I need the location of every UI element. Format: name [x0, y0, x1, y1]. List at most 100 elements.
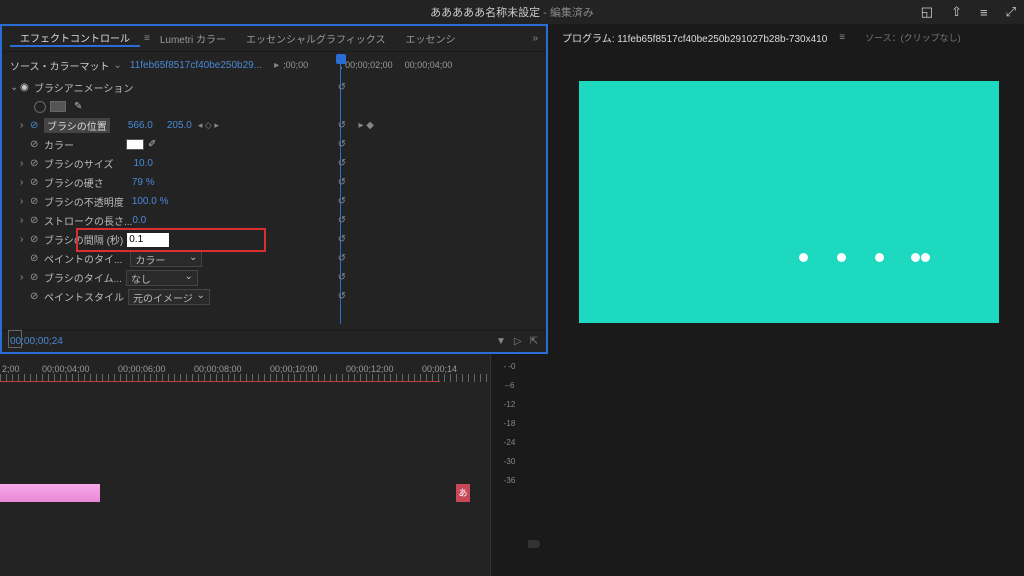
expand-icon[interactable]: ›: [20, 234, 30, 245]
prop-brush-spacing: ブラシの間隔 (秒): [44, 232, 123, 247]
paint-style-dropdown[interactable]: 元のイメージ: [128, 289, 210, 305]
expand-icon[interactable]: ›: [20, 196, 30, 207]
program-monitor: [554, 50, 1024, 354]
reset-icon[interactable]: ↺: [338, 196, 346, 207]
panel-menu-icon[interactable]: ≡: [839, 32, 845, 43]
prop-stroke-length: ストロークの長さ...: [44, 213, 132, 228]
eyedropper-icon[interactable]: ✐: [148, 139, 156, 150]
value[interactable]: 100.0 %: [132, 196, 169, 207]
expand-icon[interactable]: ›: [20, 120, 30, 131]
playhead-icon[interactable]: [336, 54, 346, 64]
db-label: -12: [504, 400, 516, 409]
share-icon[interactable]: ⇧: [951, 4, 962, 20]
ruler-time: 00;00;04;00: [42, 364, 90, 374]
video-clip-small[interactable]: あ: [456, 484, 470, 502]
rect-mask-icon[interactable]: [50, 101, 66, 112]
expand-icon[interactable]: ›: [20, 177, 30, 188]
reset-icon[interactable]: ↺: [338, 234, 346, 245]
reset-icon[interactable]: ↺: [338, 177, 346, 188]
paint-dot: [837, 253, 846, 262]
prop-brush-hardness: ブラシの硬さ: [44, 175, 104, 190]
stopwatch-icon[interactable]: ⊘: [30, 215, 44, 226]
effect-name: ブラシアニメーション: [34, 80, 133, 95]
value[interactable]: 0.0: [132, 215, 146, 226]
prop-brush-position: ブラシの位置: [44, 118, 110, 133]
tab-effect-controls[interactable]: エフェクトコントロール: [10, 30, 140, 47]
prop-paint-time: ペイントのタイ...: [44, 251, 122, 266]
overlap-icon[interactable]: ◱: [921, 4, 933, 20]
ruler-time: 00;00;08;00: [194, 364, 242, 374]
pen-mask-icon[interactable]: ✎: [74, 101, 82, 113]
play-icon[interactable]: ▷: [514, 336, 522, 347]
window-title: あああああ名称未設定 - 編集済み: [430, 4, 594, 20]
menu-bars-icon[interactable]: ≡: [980, 5, 988, 20]
db-label: -18: [504, 419, 516, 428]
prop-brush-size: ブラシのサイズ: [44, 156, 114, 171]
source-label: ソース・カラーマット: [10, 58, 110, 73]
color-swatch[interactable]: [126, 139, 144, 150]
brush-time-dropdown[interactable]: なし: [126, 270, 198, 286]
expand-icon[interactable]: ›: [20, 158, 30, 169]
tab-essential-graphics[interactable]: エッセンシャルグラフィックス: [236, 31, 396, 46]
ruler-time: 00;00;10;00: [270, 364, 318, 374]
ruler-time: 00;00;06;00: [118, 364, 166, 374]
ruler-time: 2;00: [2, 364, 20, 374]
stopwatch-icon[interactable]: ⊘: [30, 234, 44, 245]
expand-icon[interactable]: ›: [20, 215, 30, 226]
reset-icon[interactable]: ↺: [338, 253, 346, 264]
timeline-panel[interactable]: 2;00 00;00;04;00 00;00;06;00 00;00;08;00…: [0, 354, 490, 576]
reset-icon[interactable]: ↺: [338, 158, 346, 169]
stopwatch-icon[interactable]: ⊘: [30, 139, 44, 150]
dropdown-icon[interactable]: ⌄: [114, 60, 122, 71]
stopwatch-icon[interactable]: ⊘: [30, 158, 44, 169]
prop-color: カラー: [44, 137, 74, 152]
stopwatch-icon[interactable]: ⊘: [30, 253, 44, 264]
reset-icon[interactable]: ↺: [338, 139, 346, 150]
keyframe-nav[interactable]: ◂ ◇ ▸: [198, 120, 219, 131]
audio-meter: - -0 --6 -12 -18 -24 -30 -36: [490, 354, 528, 576]
stopwatch-icon[interactable]: ⊘: [30, 272, 44, 283]
mini-timeline[interactable]: ▸ ;00;00 ; 00;00;02;00 00;00;04;00: [274, 52, 538, 78]
prop-paint-style: ペイントスタイル: [44, 289, 124, 304]
source-tab[interactable]: ソース：(クリップなし): [865, 31, 961, 44]
reset-icon[interactable]: ↺: [338, 82, 346, 93]
source-clip-name[interactable]: 11feb65f8517cf40be250b29...: [130, 60, 262, 71]
video-clip[interactable]: [0, 484, 100, 502]
tab-lumetri[interactable]: Lumetri カラー: [150, 31, 236, 46]
filter-icon[interactable]: ▼: [496, 336, 506, 347]
reset-icon[interactable]: ↺: [338, 291, 346, 302]
reset-icon[interactable]: ↺: [338, 215, 346, 226]
expand-icon[interactable]: ⌄: [10, 82, 20, 93]
tab-essential[interactable]: エッセンシ: [395, 31, 465, 46]
ellipse-mask-icon[interactable]: [34, 101, 46, 113]
value[interactable]: 10.0: [134, 158, 153, 169]
expand-icon[interactable]: ›: [20, 272, 30, 283]
preview-canvas[interactable]: [579, 81, 999, 323]
more-tabs-icon[interactable]: »: [532, 33, 538, 44]
export-icon[interactable]: ⇱: [530, 336, 538, 347]
value-y[interactable]: 205.0: [167, 120, 192, 131]
stopwatch-icon[interactable]: ⊘: [30, 196, 44, 207]
fullscreen-icon[interactable]: ⤢: [1006, 4, 1016, 20]
ruler-time: 00;00;12;00: [346, 364, 394, 374]
paint-dot: [921, 253, 930, 262]
visibility-icon[interactable]: ◉: [20, 82, 34, 93]
project-item-icon[interactable]: [8, 330, 22, 348]
stopwatch-icon[interactable]: ⊘: [30, 120, 44, 131]
stopwatch-icon[interactable]: ⊘: [30, 177, 44, 188]
value-x[interactable]: 566.0: [128, 120, 153, 131]
reset-icon[interactable]: ↺: [338, 272, 346, 283]
value[interactable]: 79 %: [132, 177, 155, 188]
db-label: -24: [504, 438, 516, 447]
reset-icon[interactable]: ↺: [338, 120, 346, 131]
time-ruler[interactable]: 2;00 00;00;04;00 00;00;06;00 00;00;08;00…: [0, 354, 490, 384]
program-tab[interactable]: プログラム: 11feb65f8517cf40be250b291027b28b-…: [562, 30, 827, 45]
work-area-bar[interactable]: [0, 381, 440, 382]
stopwatch-icon[interactable]: ⊘: [30, 291, 44, 302]
time-label: ; 00;00;02;00: [340, 60, 393, 70]
db-label: - -0: [504, 362, 516, 371]
paint-time-dropdown[interactable]: カラー: [130, 251, 202, 267]
keyframe-indicator[interactable]: ▸ ◆: [359, 120, 375, 131]
brush-spacing-input[interactable]: [127, 233, 169, 247]
paint-dot: [911, 253, 920, 262]
